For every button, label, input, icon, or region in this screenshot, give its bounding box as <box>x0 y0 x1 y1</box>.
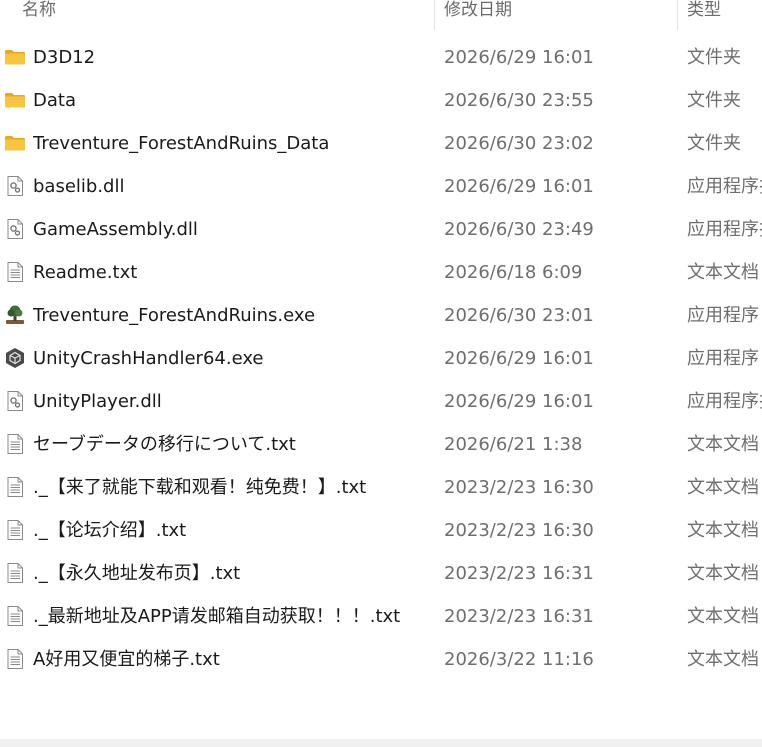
folder-icon <box>4 132 26 154</box>
file-modified-date: 2026/6/29 16:01 <box>444 391 594 412</box>
file-name[interactable]: Treventure_ForestAndRuins_Data <box>33 122 433 165</box>
dll-file-icon <box>4 390 26 412</box>
file-modified-date: 2026/6/30 23:01 <box>444 305 594 326</box>
file-row[interactable]: ._【永久地址发布页】.txt 2023/2/23 16:31 文本文档 <box>0 552 762 595</box>
file-modified-date: 2026/3/22 11:16 <box>444 649 594 670</box>
file-type: 应用程序 <box>687 305 759 326</box>
file-type: 文本文档 <box>687 434 759 455</box>
text-file-icon <box>4 605 26 627</box>
file-type: 文本文档 <box>687 262 759 283</box>
text-file-icon <box>4 648 26 670</box>
file-row[interactable]: A好用又便宜的梯子.txt 2026/3/22 11:16 文本文档 <box>0 638 762 681</box>
file-modified-date: 2026/6/30 23:55 <box>444 90 594 111</box>
file-name[interactable]: UnityPlayer.dll <box>33 380 433 423</box>
file-name[interactable]: ._【来了就能下载和观看！纯免费！】.txt <box>33 466 433 509</box>
file-row[interactable]: ._最新地址及APP请发邮箱自动获取！！！.txt 2023/2/23 16:31… <box>0 595 762 638</box>
column-header-name[interactable]: 名称 <box>22 0 56 26</box>
file-type: 文本文档 <box>687 606 759 627</box>
file-modified-date: 2023/2/23 16:31 <box>444 606 594 627</box>
file-row[interactable]: セーブデータの移行について.txt 2026/6/21 1:38 文本文档 <box>0 423 762 466</box>
file-name[interactable]: ._最新地址及APP请发邮箱自动获取！！！.txt <box>33 595 433 638</box>
file-modified-date: 2023/2/23 16:30 <box>444 477 594 498</box>
column-header-date[interactable]: 修改日期 <box>444 0 512 26</box>
file-modified-date: 2026/6/29 16:01 <box>444 47 594 68</box>
column-header-type[interactable]: 类型 <box>687 0 721 26</box>
file-row[interactable]: ._【论坛介绍】.txt 2023/2/23 16:30 文本文档 <box>0 509 762 552</box>
column-header-bar: 名称 修改日期 类型 <box>0 0 762 30</box>
file-name[interactable]: Data <box>33 79 433 122</box>
file-type: 文本文档 <box>687 477 759 498</box>
file-type: 应用程序 <box>687 348 759 369</box>
file-name[interactable]: ._【论坛介绍】.txt <box>33 509 433 552</box>
file-type: 应用程序扩展 <box>687 391 762 412</box>
text-file-icon <box>4 476 26 498</box>
dll-file-icon <box>4 218 26 240</box>
text-file-icon <box>4 261 26 283</box>
text-file-icon <box>4 562 26 584</box>
file-modified-date: 2026/6/29 16:01 <box>444 176 594 197</box>
file-name[interactable]: baselib.dll <box>33 165 433 208</box>
file-type: 文件夹 <box>687 90 741 111</box>
text-file-icon <box>4 433 26 455</box>
file-name[interactable]: セーブデータの移行について.txt <box>33 423 433 466</box>
file-row[interactable]: UnityPlayer.dll 2026/6/29 16:01 应用程序扩展 <box>0 380 762 423</box>
file-list-view: 名称 修改日期 类型 D3D12 2026/6/29 16:01 文件夹 Data 20… <box>0 0 762 747</box>
file-type: 文本文档 <box>687 520 759 541</box>
file-modified-date: 2023/2/23 16:31 <box>444 563 594 584</box>
column-divider[interactable] <box>434 0 435 30</box>
file-modified-date: 2026/6/18 6:09 <box>444 262 583 283</box>
column-divider[interactable] <box>677 0 678 30</box>
file-row[interactable]: UnityCrashHandler64.exe 2026/6/29 16:01 应用… <box>0 337 762 380</box>
file-name[interactable]: ._【永久地址发布页】.txt <box>33 552 433 595</box>
file-type: 文件夹 <box>687 133 741 154</box>
file-row[interactable]: Treventure_ForestAndRuins_Data 2026/6/30 … <box>0 122 762 165</box>
file-modified-date: 2023/2/23 16:30 <box>444 520 594 541</box>
file-modified-date: 2026/6/30 23:02 <box>444 133 594 154</box>
file-name[interactable]: Treventure_ForestAndRuins.exe <box>33 294 433 337</box>
file-row[interactable]: GameAssembly.dll 2026/6/30 23:49 应用程序扩展 <box>0 208 762 251</box>
folder-icon <box>4 89 26 111</box>
file-type: 应用程序扩展 <box>687 219 762 240</box>
file-name[interactable]: A好用又便宜的梯子.txt <box>33 638 433 681</box>
file-type: 文本文档 <box>687 649 759 670</box>
unity-icon <box>4 347 26 369</box>
file-modified-date: 2026/6/29 16:01 <box>444 348 594 369</box>
dll-file-icon <box>4 175 26 197</box>
file-name[interactable]: GameAssembly.dll <box>33 208 433 251</box>
text-file-icon <box>4 519 26 541</box>
file-rows: D3D12 2026/6/29 16:01 文件夹 Data 2026/6/30 23:… <box>0 36 762 681</box>
file-name[interactable]: D3D12 <box>33 36 433 79</box>
file-row[interactable]: Readme.txt 2026/6/18 6:09 文本文档 <box>0 251 762 294</box>
file-name[interactable]: UnityCrashHandler64.exe <box>33 337 433 380</box>
file-row[interactable]: Treventure_ForestAndRuins.exe 2026/6/30 2… <box>0 294 762 337</box>
file-row[interactable]: ._【来了就能下载和观看！纯免费！】.txt 2023/2/23 16:30 文本文… <box>0 466 762 509</box>
file-modified-date: 2026/6/21 1:38 <box>444 434 583 455</box>
tree-app-icon <box>4 304 26 326</box>
file-row[interactable]: baselib.dll 2026/6/29 16:01 应用程序扩展 <box>0 165 762 208</box>
file-type: 文本文档 <box>687 563 759 584</box>
file-row[interactable]: D3D12 2026/6/29 16:01 文件夹 <box>0 36 762 79</box>
horizontal-scrollbar[interactable] <box>0 739 762 747</box>
file-name[interactable]: Readme.txt <box>33 251 433 294</box>
file-type: 应用程序扩展 <box>687 176 762 197</box>
folder-icon <box>4 46 26 68</box>
file-modified-date: 2026/6/30 23:49 <box>444 219 594 240</box>
file-type: 文件夹 <box>687 47 741 68</box>
file-row[interactable]: Data 2026/6/30 23:55 文件夹 <box>0 79 762 122</box>
